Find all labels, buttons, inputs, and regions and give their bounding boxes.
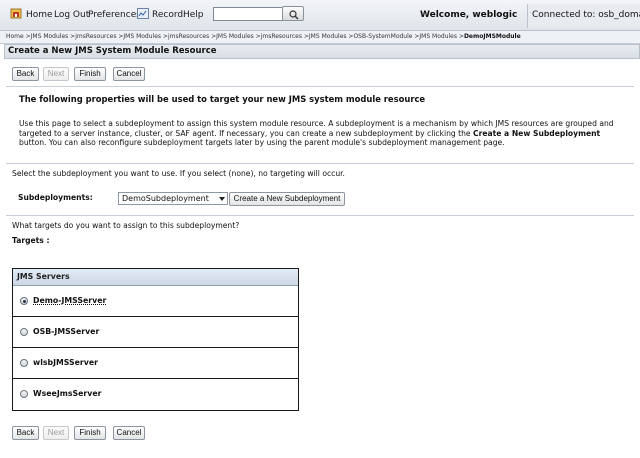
page-title-bar: Create a New JMS System Module Resource: [4, 44, 640, 59]
search-icon: [289, 10, 299, 20]
back-button-bottom[interactable]: Back: [12, 426, 39, 440]
radio-wseejmsserver[interactable]: [20, 390, 28, 398]
subdeployment-selected: DemoSubdeployment: [122, 194, 209, 203]
row-label: WseeJmsServer: [33, 389, 102, 398]
subdeployments-label: Subdeployments:: [18, 193, 93, 202]
back-button[interactable]: Back: [12, 67, 39, 81]
table-row[interactable]: Demo-JMSServer: [13, 286, 298, 317]
divider: [6, 215, 634, 216]
breadcrumb-current: DemoJMSModule: [463, 33, 521, 40]
search-button[interactable]: [282, 6, 304, 21]
divider: [6, 86, 634, 87]
table-header: JMS Servers: [13, 269, 298, 286]
next-button[interactable]: Next: [43, 67, 69, 81]
divider: [6, 163, 634, 164]
search-input[interactable]: [213, 7, 285, 21]
table-row[interactable]: WseeJmsServer: [13, 379, 298, 410]
chevron-down-icon: [219, 197, 225, 201]
help-link[interactable]: Help: [183, 10, 204, 20]
description-part-2: button. You can also reconfigure subdepl…: [19, 138, 505, 148]
row-label: Demo-JMSServer: [33, 296, 107, 305]
table-row[interactable]: OSB-JMSServer: [13, 317, 298, 348]
radio-wlsbjmsserver[interactable]: [20, 359, 28, 367]
record-icon[interactable]: [137, 8, 149, 19]
description-text: Use this page to select a subdeployment …: [19, 119, 623, 148]
next-button-bottom[interactable]: Next: [43, 426, 69, 440]
create-subdeployment-button[interactable]: Create a New Subdeployment: [229, 192, 345, 206]
preferences-link[interactable]: Preferences: [88, 10, 141, 20]
breadcrumb-trail: Home >JMS Modules >jmsResources >JMS Mod…: [6, 33, 521, 40]
column-header-jms-servers: JMS Servers: [17, 272, 70, 281]
breadcrumb-path[interactable]: Home >JMS Modules >jmsResources >JMS Mod…: [6, 33, 464, 40]
description-bold: Create a New Subdeployment: [473, 128, 601, 138]
cancel-button[interactable]: Cancel: [113, 67, 145, 81]
select-hint: Select the subdeployment you want to use…: [12, 169, 345, 178]
welcome-text: Welcome, weblogic: [420, 10, 518, 20]
jms-servers-table: JMS Servers Demo-JMSServer OSB-JMSServer…: [12, 268, 299, 411]
row-label: wlsbJMSServer: [33, 358, 98, 367]
top-toolbar: Home Log Out Preferences Record Help Wel…: [0, 0, 640, 31]
home-link[interactable]: Home: [26, 10, 53, 20]
targets-question: What targets do you want to assign to th…: [12, 221, 240, 230]
intro-heading: The following properties will be used to…: [19, 94, 426, 104]
targets-label: Targets :: [12, 236, 50, 245]
subdeployment-select[interactable]: DemoSubdeployment: [118, 192, 228, 205]
finish-button-bottom[interactable]: Finish: [74, 426, 106, 440]
logout-link[interactable]: Log Out: [54, 10, 89, 20]
cancel-button-bottom[interactable]: Cancel: [113, 426, 145, 440]
connection-info: Connected to: osb_domain: [527, 4, 640, 28]
page-title: Create a New JMS System Module Resource: [8, 46, 217, 56]
breadcrumb: Home >JMS Modules >jmsResources >JMS Mod…: [0, 31, 640, 44]
connected-text: Connected to: osb_domain: [532, 10, 640, 20]
table-row[interactable]: wlsbJMSServer: [13, 348, 298, 379]
row-label: OSB-JMSServer: [33, 327, 100, 336]
home-icon[interactable]: [10, 8, 22, 19]
radio-demo-jmsserver[interactable]: [20, 297, 28, 305]
radio-osb-jmsserver[interactable]: [20, 328, 28, 336]
record-link[interactable]: Record: [152, 10, 183, 20]
finish-button[interactable]: Finish: [74, 67, 106, 81]
